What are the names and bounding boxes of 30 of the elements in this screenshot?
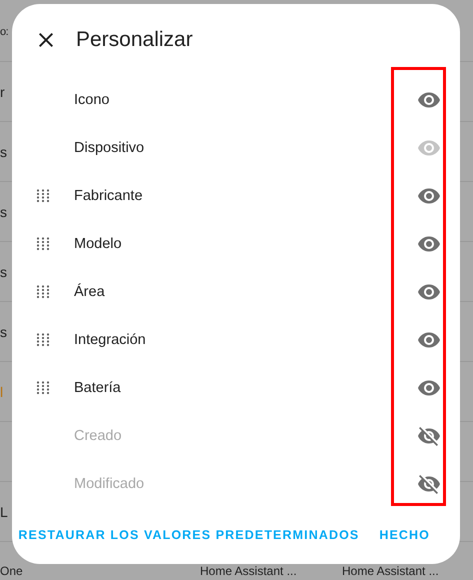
column-label: Integración bbox=[74, 332, 146, 348]
table-cell: One bbox=[0, 564, 23, 578]
column-label: Área bbox=[74, 284, 105, 300]
column-label: Dispositivo bbox=[74, 140, 144, 156]
table-cell: s bbox=[0, 144, 7, 160]
table-cell: Home Assistant ... bbox=[342, 564, 439, 578]
drag-handle-icon[interactable] bbox=[36, 381, 50, 395]
table-cell: l bbox=[0, 384, 4, 400]
eye-off-icon[interactable] bbox=[417, 472, 441, 496]
column-label: Batería bbox=[74, 380, 121, 396]
column-label: Icono bbox=[74, 92, 110, 108]
drag-handle-icon[interactable] bbox=[36, 237, 50, 251]
table-cell: s bbox=[0, 204, 7, 220]
column-label: Creado bbox=[74, 428, 122, 444]
dialog-title: Personalizar bbox=[76, 28, 193, 52]
table-cell: s bbox=[0, 324, 7, 340]
table-cell: L bbox=[0, 504, 8, 520]
text-button[interactable]: HECHO bbox=[373, 520, 436, 550]
table-cell: r bbox=[0, 84, 5, 100]
column-label: Fabricante bbox=[74, 188, 143, 204]
column-label: Modelo bbox=[74, 236, 122, 252]
drag-handle-icon[interactable] bbox=[36, 285, 50, 299]
text-button[interactable]: RESTAURAR LOS VALORES PREDETERMINADOS bbox=[12, 520, 366, 550]
drag-handle-icon[interactable] bbox=[36, 333, 50, 347]
table-cell: s bbox=[0, 264, 7, 280]
table-cell: o: bbox=[0, 26, 8, 38]
eye-off-icon[interactable] bbox=[417, 424, 441, 448]
column-label: Modificado bbox=[74, 476, 144, 492]
drag-handle-icon[interactable] bbox=[36, 189, 50, 203]
table-cell: Home Assistant ... bbox=[200, 564, 297, 578]
